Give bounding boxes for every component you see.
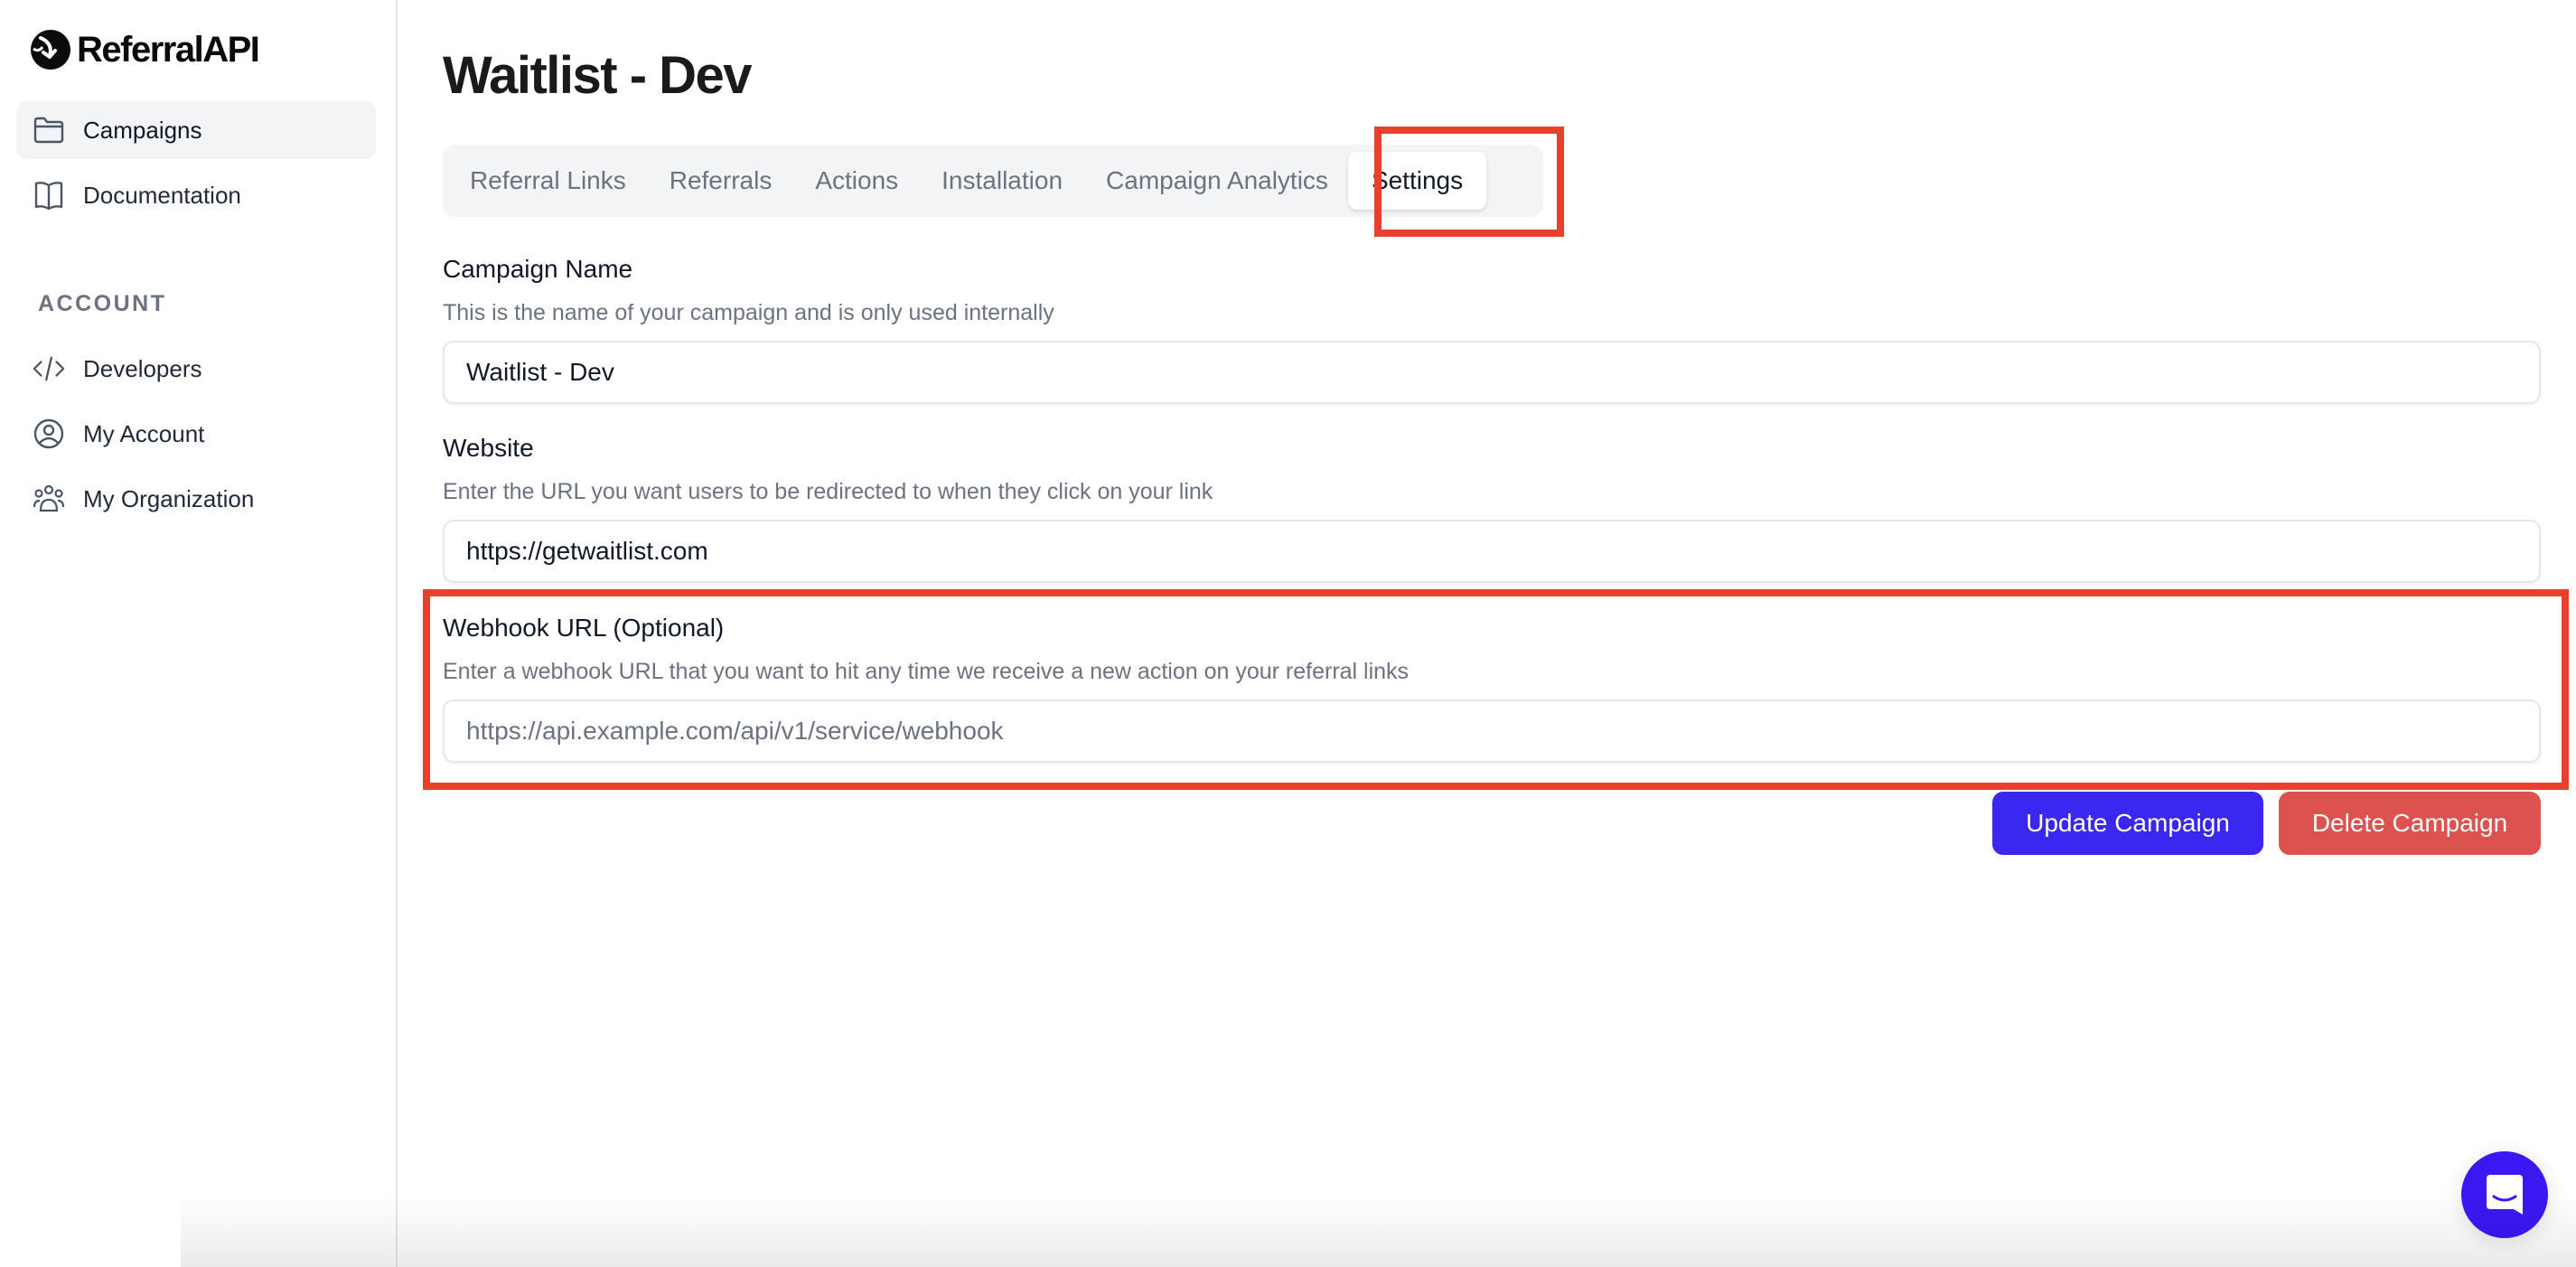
logo[interactable]: ReferralAPI — [30, 29, 260, 70]
main-content: Waitlist - Dev Referral Links Referrals … — [399, 0, 2576, 1267]
sidebar-item-label: My Organization — [83, 484, 255, 512]
campaign-name-input[interactable] — [443, 341, 2541, 404]
sidebar-item-my-account[interactable]: My Account — [16, 405, 376, 463]
tab-referral-links[interactable]: Referral Links — [470, 166, 626, 195]
app-name: ReferralAPI — [77, 29, 260, 70]
website-field: Website Enter the URL you want users to … — [443, 434, 2541, 583]
sidebar: ReferralAPI Campaigns Documentation ACCO… — [0, 0, 398, 1267]
page-title: Waitlist - Dev — [443, 46, 753, 105]
referralapi-logo-icon — [31, 30, 70, 70]
website-label: Website — [443, 434, 534, 462]
chat-bubble-icon — [2487, 1175, 2523, 1215]
tab-campaign-analytics[interactable]: Campaign Analytics — [1106, 166, 1328, 195]
sidebar-item-campaigns[interactable]: Campaigns — [16, 101, 376, 159]
sidebar-item-label: Developers — [83, 354, 202, 382]
sidebar-item-label: Documentation — [83, 181, 241, 209]
sidebar-item-documentation[interactable]: Documentation — [16, 166, 376, 224]
sidebar-item-label: My Account — [83, 419, 205, 447]
tab-actions[interactable]: Actions — [815, 166, 898, 195]
user-circle-icon — [33, 418, 65, 450]
code-icon — [33, 352, 65, 385]
tab-bar: Referral Links Referrals Actions Install… — [443, 145, 1543, 217]
website-description: Enter the URL you want users to be redir… — [443, 479, 1213, 504]
tab-settings[interactable]: Settings — [1347, 152, 1487, 210]
webhook-field: Webhook URL (Optional) Enter a webhook U… — [443, 614, 2541, 763]
chat-launcher-button[interactable] — [2461, 1151, 2548, 1238]
sidebar-item-developers[interactable]: Developers — [16, 340, 376, 398]
webhook-input[interactable] — [443, 699, 2541, 763]
website-input[interactable] — [443, 520, 2541, 583]
tab-referrals[interactable]: Referrals — [670, 166, 773, 195]
campaign-name-label: Campaign Name — [443, 255, 633, 283]
update-campaign-button[interactable]: Update Campaign — [1992, 792, 2263, 855]
tab-installation[interactable]: Installation — [941, 166, 1063, 195]
campaign-name-field: Campaign Name This is the name of your c… — [443, 255, 2541, 404]
sidebar-item-my-organization[interactable]: My Organization — [16, 470, 376, 528]
webhook-description: Enter a webhook URL that you want to hit… — [443, 659, 1410, 684]
sidebar-item-label: Campaigns — [83, 116, 202, 144]
delete-campaign-button[interactable]: Delete Campaign — [2279, 792, 2541, 855]
webhook-label: Webhook URL (Optional) — [443, 614, 725, 642]
book-icon — [33, 179, 65, 211]
folder-icon — [33, 114, 65, 146]
campaign-name-description: This is the name of your campaign and is… — [443, 300, 1054, 325]
users-group-icon — [33, 483, 65, 515]
section-title-account: ACCOUNT — [38, 291, 167, 316]
